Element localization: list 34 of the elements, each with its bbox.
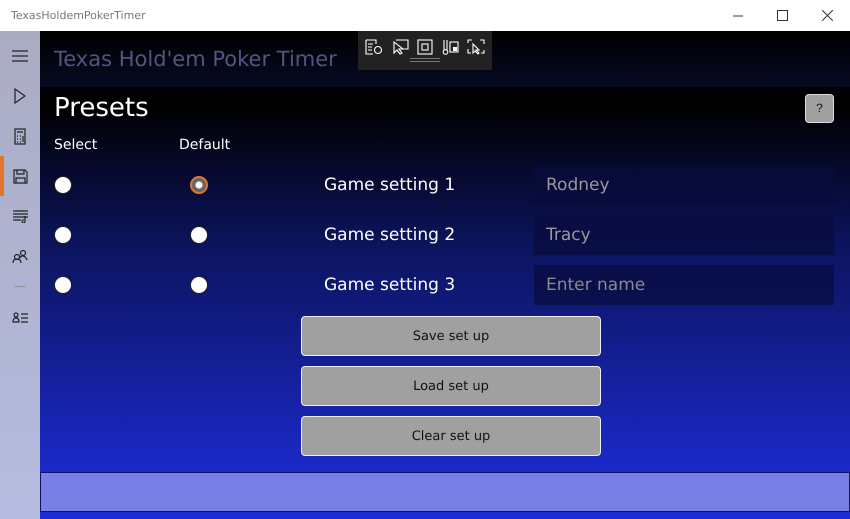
page-title: Presets — [54, 93, 149, 123]
help-button[interactable]: ? — [805, 94, 834, 122]
square-frame-icon[interactable] — [417, 39, 433, 55]
setting-label: Game setting 1 — [324, 175, 456, 195]
thermometer-icon[interactable] — [441, 39, 459, 55]
setup-button[interactable]: Save set up — [301, 316, 601, 356]
select-radio[interactable] — [54, 226, 72, 244]
setup-button[interactable]: Load set up — [301, 366, 601, 406]
maximize-icon — [777, 10, 788, 21]
name-field[interactable]: Tracy — [534, 215, 834, 255]
close-icon — [822, 10, 833, 21]
setting-label: Game setting 2 — [324, 225, 456, 245]
pointer-frame-icon[interactable] — [467, 39, 485, 55]
people-icon — [12, 248, 28, 264]
name-field[interactable]: Enter name — [534, 265, 834, 305]
column-label: Select — [54, 137, 98, 153]
playlist-icon — [12, 209, 28, 223]
default-radio[interactable] — [190, 176, 208, 194]
default-radio[interactable] — [190, 276, 208, 294]
select-radio[interactable] — [54, 176, 72, 194]
setting-label: Game setting 3 — [324, 275, 456, 295]
select-radio[interactable] — [54, 276, 72, 294]
name-field[interactable]: Rodney — [534, 165, 834, 205]
default-radio[interactable] — [190, 226, 208, 244]
column-label: Default — [179, 137, 230, 153]
window-title: TexasHoldemPokerTimer — [11, 9, 146, 22]
select-element-icon[interactable] — [365, 39, 383, 55]
setup-button[interactable]: Clear set up — [301, 416, 601, 456]
menu-icon — [11, 50, 29, 62]
app-title: Texas Hold'em Poker Timer — [54, 47, 337, 71]
contact-list-icon — [12, 312, 28, 322]
pointer-icon[interactable] — [391, 39, 409, 55]
calculator-icon — [14, 128, 26, 144]
play-icon — [14, 88, 26, 104]
